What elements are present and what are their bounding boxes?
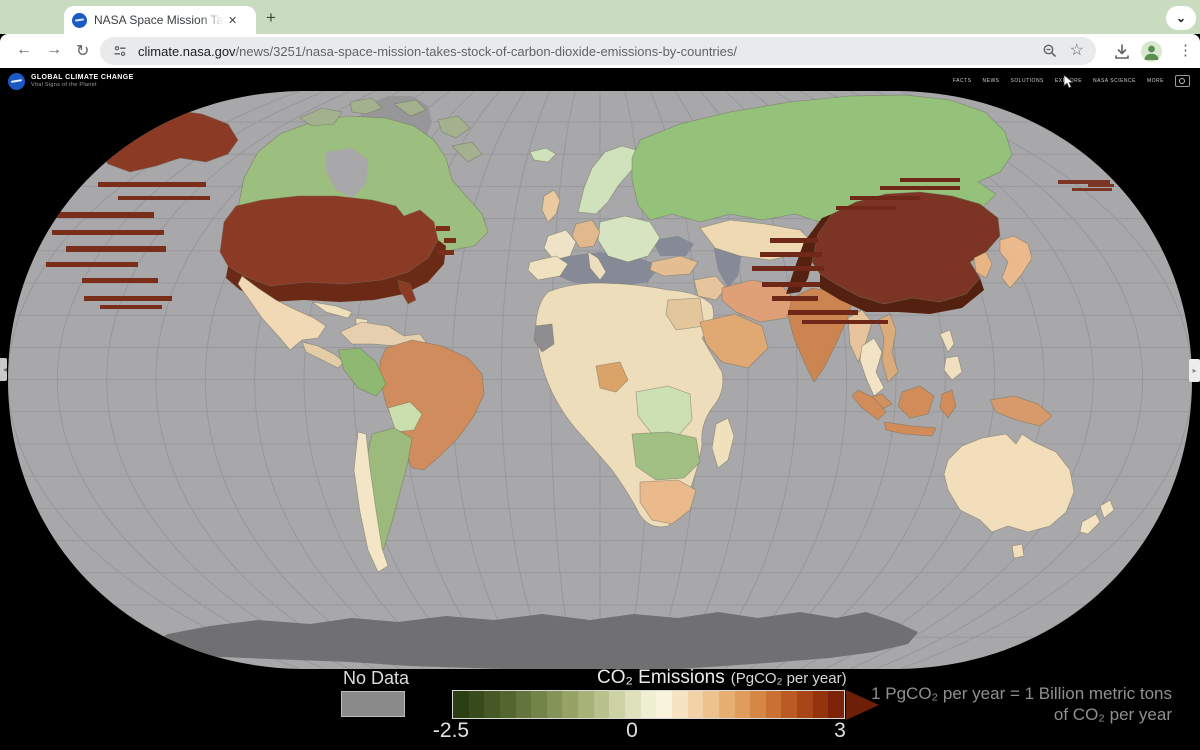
forward-button[interactable]: →: [46, 41, 62, 59]
url-bar[interactable]: climate.nasa.gov/news/3251/nasa-space-mi…: [100, 37, 1096, 65]
profile-avatar[interactable]: [1141, 41, 1162, 62]
tasmania: [1012, 544, 1024, 558]
browser-toolbar: ← → ↻ climate.nasa.gov/news/3251/nasa-sp…: [0, 34, 1200, 68]
co2-emissions-map[interactable]: [0, 88, 1200, 672]
new-tab-button[interactable]: +: [266, 8, 276, 28]
carousel-prev-button[interactable]: ◂: [0, 358, 7, 381]
legend-title-main: CO₂ Emissions: [597, 667, 725, 688]
nasa-favicon: [72, 13, 87, 28]
nav-item-facts[interactable]: FACTS: [953, 78, 972, 84]
site-title: GLOBAL CLIMATE CHANGE: [31, 74, 134, 82]
site-logo-text[interactable]: GLOBAL CLIMATE CHANGE Vital Signs of the…: [31, 74, 134, 88]
page-content: GLOBAL CLIMATE CHANGE Vital Signs of the…: [0, 68, 1200, 750]
tick-zero: 0: [620, 719, 644, 743]
person-icon: [1141, 41, 1162, 62]
browser-tab[interactable]: NASA Space Mission Takes S ✕: [64, 6, 256, 34]
nav-item-nasa-science[interactable]: NASA SCIENCE: [1093, 78, 1136, 84]
no-data-label: No Data: [343, 668, 409, 689]
legend-note-line2: of CO₂ per year: [871, 704, 1172, 725]
legend-title-units: (PgCO₂ per year): [731, 670, 847, 687]
nasa-meatball-logo[interactable]: [8, 73, 25, 90]
site-search-icon[interactable]: [1175, 75, 1190, 87]
tab-strip: NASA Space Mission Takes S ✕ + ⌄: [0, 0, 1200, 34]
browser-menu-icon[interactable]: ⋮: [1178, 41, 1193, 59]
reload-button[interactable]: ↻: [76, 41, 89, 61]
tab-title: NASA Space Mission Takes S: [94, 13, 224, 27]
nav-item-solutions[interactable]: SOLUTIONS: [1011, 78, 1044, 84]
tick-max: 3: [830, 719, 850, 743]
nav-item-more[interactable]: MORE: [1147, 78, 1164, 84]
tab-close-icon[interactable]: ✕: [228, 14, 237, 27]
legend: No Data CO₂ Emissions (PgCO₂ per year) -2…: [0, 664, 1200, 750]
site-info-icon[interactable]: [112, 43, 128, 59]
legend-note: 1 PgCO₂ per year = 1 Billion metric tons…: [871, 683, 1172, 725]
url-path: /news/3251/nasa-space-mission-takes-stoc…: [236, 44, 737, 59]
zoom-icon[interactable]: [1042, 43, 1058, 59]
downloads-icon[interactable]: [1113, 43, 1131, 61]
url-host: climate.nasa.gov: [138, 44, 236, 59]
no-data-swatch: [341, 691, 405, 717]
legend-title: CO₂ Emissions (PgCO₂ per year): [597, 667, 847, 689]
colorbar: [452, 690, 845, 719]
carousel-next-button[interactable]: ▸: [1189, 359, 1200, 382]
bookmark-star-icon[interactable]: ☆: [1070, 43, 1084, 59]
tab-list-chevron-button[interactable]: ⌄: [1166, 6, 1196, 30]
nav-item-news[interactable]: NEWS: [983, 78, 1000, 84]
tick-min: -2.5: [427, 719, 475, 743]
legend-note-line1: 1 PgCO₂ per year = 1 Billion metric tons: [871, 683, 1172, 704]
url-text: climate.nasa.gov/news/3251/nasa-space-mi…: [138, 44, 1030, 59]
back-button[interactable]: ←: [16, 41, 32, 59]
